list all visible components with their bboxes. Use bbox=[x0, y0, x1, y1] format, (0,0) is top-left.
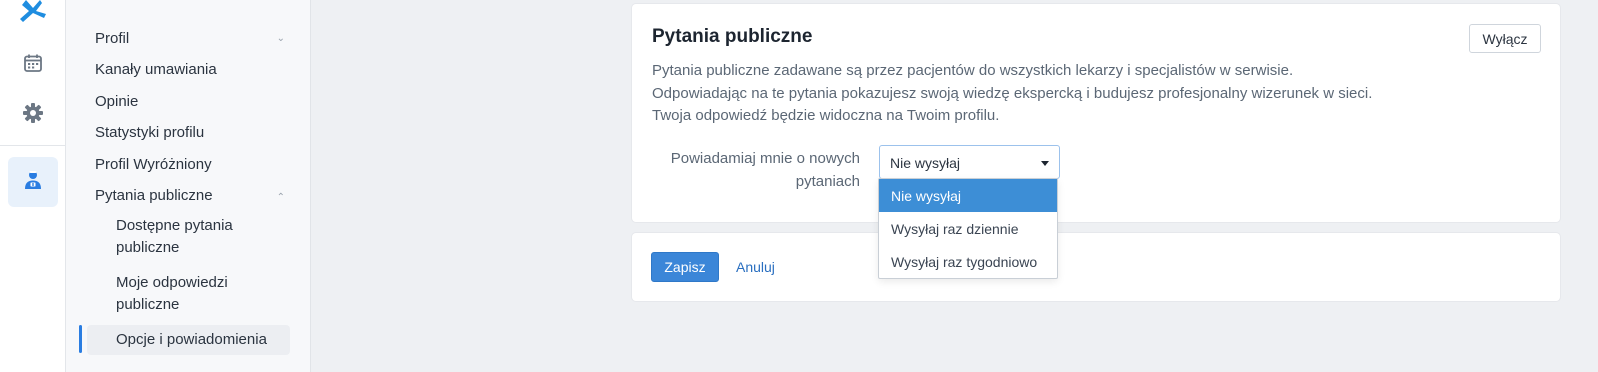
submenu-item-label: Opcje i powiadomienia bbox=[116, 331, 267, 348]
menu-item-label: Pytania publiczne bbox=[95, 187, 213, 204]
notify-frequency-select[interactable]: Nie wysyłaj bbox=[879, 145, 1060, 179]
menu-item-pytania-publiczne[interactable]: Pytania publiczne ⌃ bbox=[95, 186, 285, 206]
logo-icon[interactable] bbox=[18, 0, 48, 28]
submenu-item-moje-odpowiedzi[interactable]: Moje odpowiedzi publiczne bbox=[116, 272, 286, 316]
menu-item-label: Kanały umawiania bbox=[95, 61, 217, 78]
active-indicator bbox=[79, 325, 82, 353]
submenu-item-opcje-i-powiadomienia[interactable]: Opcje i powiadomienia bbox=[116, 329, 286, 351]
submenu-item-dostepne-pytania[interactable]: Dostępne pytania publiczne bbox=[116, 215, 286, 259]
rail-divider bbox=[0, 145, 66, 146]
menu-item-statystyki-profilu[interactable]: Statystyki profilu bbox=[95, 123, 285, 143]
doctor-profile-nav-button[interactable] bbox=[8, 157, 58, 207]
caret-down-icon bbox=[1041, 161, 1049, 166]
dropdown-option-raz-dziennie[interactable]: Wysyłaj raz dziennie bbox=[879, 212, 1057, 245]
dropdown-option-raz-tygodniowo[interactable]: Wysyłaj raz tygodniowo bbox=[879, 245, 1057, 278]
disable-button[interactable]: Wyłącz bbox=[1469, 24, 1541, 53]
submenu-item-label: Dostępne pytania publiczne bbox=[116, 217, 233, 256]
actions-card: Zapisz Anuluj bbox=[632, 233, 1560, 301]
doctor-profile-icon bbox=[24, 170, 42, 195]
menu-item-profil-wyrozniony[interactable]: Profil Wyróżniony bbox=[95, 155, 285, 175]
menu-item-profil[interactable]: Profil ⌄ bbox=[95, 29, 285, 49]
icon-rail bbox=[0, 0, 66, 372]
chevron-down-icon: ⌄ bbox=[276, 33, 285, 44]
settings-menu: Profil ⌄ Kanały umawiania Opinie Statyst… bbox=[66, 0, 311, 372]
save-button[interactable]: Zapisz bbox=[651, 252, 719, 282]
calendar-nav-button[interactable] bbox=[8, 40, 58, 90]
notify-frequency-value: Nie wysyłaj bbox=[890, 155, 961, 171]
chevron-up-icon: ⌃ bbox=[276, 192, 285, 203]
settings-nav-button[interactable] bbox=[8, 90, 58, 140]
menu-item-label: Profil Wyróżniony bbox=[95, 156, 212, 173]
gear-icon bbox=[22, 102, 44, 129]
menu-item-label: Statystyki profilu bbox=[95, 124, 205, 141]
dropdown-option-nie-wysylaj[interactable]: Nie wysyłaj bbox=[879, 179, 1057, 212]
calendar-icon bbox=[23, 53, 43, 78]
menu-item-kanaly-umawiania[interactable]: Kanały umawiania bbox=[95, 60, 285, 80]
menu-item-opinie[interactable]: Opinie bbox=[95, 92, 285, 112]
section-description: Pytania publiczne zadawane są przez pacj… bbox=[652, 62, 1373, 124]
submenu-item-label: Moje odpowiedzi publiczne bbox=[116, 274, 228, 313]
notify-frequency-dropdown: Nie wysyłaj Wysyłaj raz dziennie Wysyłaj… bbox=[878, 178, 1058, 279]
public-questions-card: Pytania publiczne Wyłącz Pytania publicz… bbox=[632, 4, 1560, 222]
cancel-link[interactable]: Anuluj bbox=[736, 259, 775, 275]
menu-item-label: Opinie bbox=[95, 93, 139, 110]
section-title: Pytania publiczne bbox=[652, 26, 813, 47]
notify-label: Powiadamiaj mnie o nowych pytaniach bbox=[670, 150, 860, 190]
menu-item-label: Profil bbox=[95, 30, 130, 47]
